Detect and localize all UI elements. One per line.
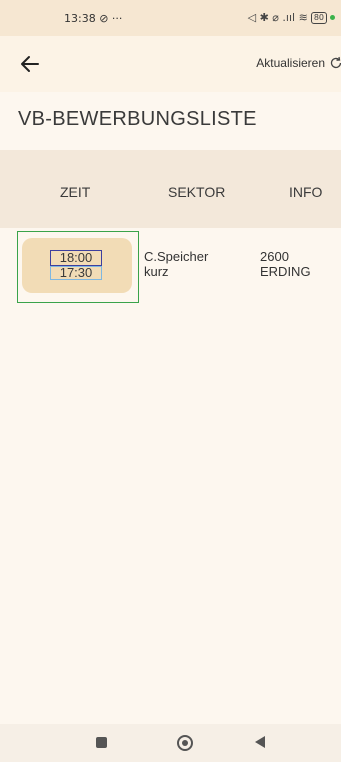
sektor-line1: C.Speicher [144,249,209,264]
sektor-line2: kurz [144,264,169,279]
system-nav-bar [0,724,341,762]
column-header-sektor[interactable]: SEKTOR [168,184,225,200]
status-bar: 13:38 ⊘ ··· ◁ ✱ ⌀ .ııl ≋ 80 [0,0,341,36]
signal-icons: ◁ ✱ ⌀ .ııl ≋ [247,11,308,24]
privacy-dot-icon [330,15,335,20]
home-icon[interactable] [177,735,193,751]
recents-icon[interactable] [96,737,107,748]
battery-icon: 80 [310,11,327,24]
status-icons: ◁ ✱ ⌀ .ııl ≋ 80 [248,11,335,24]
clock: 13:38 [64,12,96,25]
arrow-left-icon[interactable] [18,52,42,76]
refresh-button[interactable]: Aktualisieren [256,56,341,70]
refresh-icon [330,56,341,69]
page-title: VB-BEWERBUNGSLISTE [18,108,257,130]
table-row[interactable]: 18:00 17:30 C.Speicher kurz 2600 ERDING [0,230,341,306]
column-header-zeit[interactable]: ZEIT [60,184,90,200]
table-header: ZEIT SEKTOR INFO [0,150,341,228]
screen: 13:38 ⊘ ··· ◁ ✱ ⌀ .ııl ≋ 80 Aktualisiere… [0,0,341,762]
time-primary: 18:00 [50,250,102,266]
status-extras: ⊘ ··· [99,12,123,25]
refresh-label: Aktualisieren [256,56,325,70]
time-secondary: 17:30 [50,266,102,280]
info-line2: ERDING [260,264,311,279]
app-bar: Aktualisieren [0,36,341,92]
time-pill[interactable]: 18:00 17:30 [22,238,132,293]
status-time: 13:38 ⊘ ··· [64,12,122,25]
column-header-info[interactable]: INFO [289,184,322,200]
info-line1: 2600 [260,249,289,264]
info-cell: 2600 ERDING [260,249,311,279]
back-triangle-icon[interactable] [255,736,265,748]
time-cell[interactable]: 18:00 17:30 [17,231,139,303]
sektor-cell: C.Speicher kurz [144,249,208,279]
